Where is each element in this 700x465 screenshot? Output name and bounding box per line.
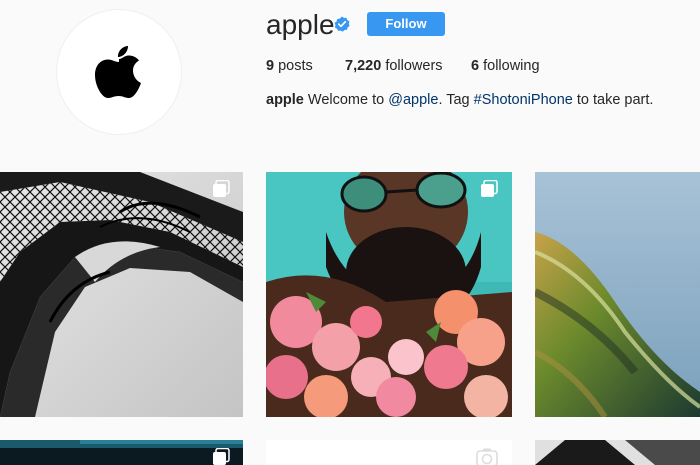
- dark-teal-image: [0, 440, 243, 465]
- followers-label: followers: [385, 58, 443, 74]
- posts-stat: 9 posts: [266, 58, 313, 74]
- bio-mention-link[interactable]: @apple: [388, 92, 438, 108]
- posts-count: 9: [266, 58, 275, 74]
- ocean-wave-image: [535, 172, 700, 417]
- post-thumbnail-ocean-wave[interactable]: [535, 172, 700, 417]
- multiple-photos-icon: [213, 448, 230, 465]
- video-camera-icon: [476, 448, 498, 465]
- profile-avatar[interactable]: [56, 9, 182, 135]
- post-thumbnail-dark-teal[interactable]: [0, 440, 243, 465]
- bio-text: to take part.: [576, 92, 654, 108]
- followers-stat[interactable]: 7,220 followers: [345, 58, 443, 74]
- bio-name: apple: [266, 92, 304, 108]
- following-stat[interactable]: 6 following: [471, 58, 540, 74]
- profile-username: apple: [266, 9, 335, 40]
- bio-text: Welcome to: [307, 92, 385, 108]
- multiple-photos-icon: [481, 180, 498, 197]
- verified-badge-icon: [334, 16, 350, 32]
- posts-label: posts: [278, 58, 313, 74]
- bio-text: . Tag: [438, 92, 470, 108]
- post-thumbnail-white-video[interactable]: [266, 440, 512, 465]
- apple-logo-icon: [95, 46, 141, 98]
- following-label: following: [483, 58, 540, 74]
- profile-bio: apple Welcome to @apple. Tag #ShotoniPho…: [266, 92, 653, 108]
- follow-button[interactable]: Follow: [367, 12, 445, 36]
- portrait-flowers-image: [266, 172, 512, 417]
- bio-hashtag-link[interactable]: #ShotoniPhone: [474, 92, 573, 108]
- bw-portrait-image: [535, 440, 700, 465]
- post-thumbnail-portrait-flowers[interactable]: [266, 172, 512, 417]
- post-thumbnail-bw-portrait[interactable]: [535, 440, 700, 465]
- eiffel-tower-image: [0, 172, 243, 417]
- post-thumbnail-eiffel-tower[interactable]: [0, 172, 243, 417]
- followers-count: 7,220: [345, 58, 382, 74]
- following-count: 6: [471, 58, 480, 74]
- multiple-photos-icon: [213, 180, 230, 197]
